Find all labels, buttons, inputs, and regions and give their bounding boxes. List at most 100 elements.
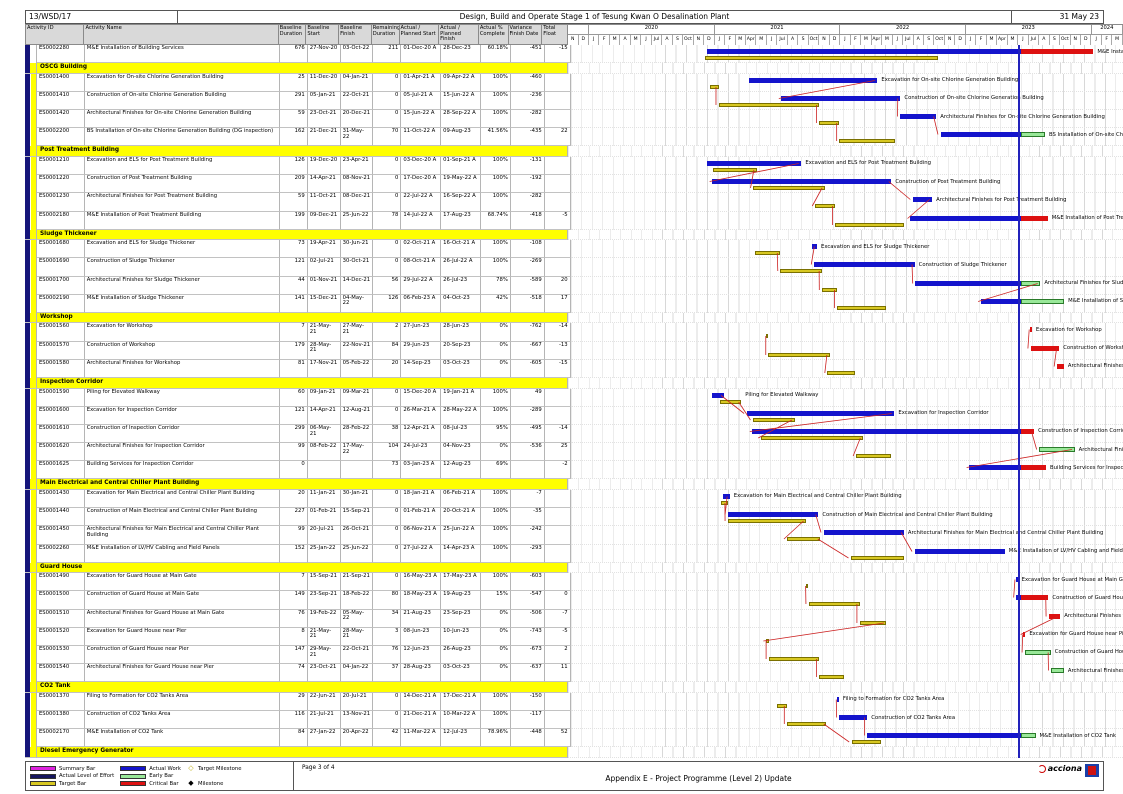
month-label: Oct [683,34,694,45]
legend-label: Summary Bar [59,765,96,772]
activity-row: ES0001380 Construction of CO2 Tanks Area 1… [25,711,1123,730]
table-cell: 29-May-21 [307,645,341,665]
table-cell: 19-Feb-22 [307,609,341,628]
table-cell: 15-Dec-21 [307,294,341,313]
activity-chart-cell: Excavation and ELS for Sludge Thickener [570,240,1123,259]
gantt-bar-label: Architectural Finishes for Inspection Co… [1078,446,1123,453]
legend-item: Summary Bar [30,765,114,772]
legend-item: Actual Work [120,765,181,772]
table-cell: -35 [510,508,545,527]
year-label: 2024 [1091,25,1123,35]
gantt-bar-label: Excavation for Guard House near Pier [1029,631,1123,638]
activity-chart-cell: Filing to Formation for CO2 Tanks Area [570,692,1123,711]
gantt-bar-label: M&E Installation of LV/HV Cabling and Fi… [1008,548,1123,554]
table-cell: 99 [279,526,308,545]
table-cell: 0 [373,573,402,592]
table-cell: 27-Jan-22 [307,729,341,748]
activity-id-cell: ES0001625 [36,461,85,480]
section-chart-cell [568,229,1123,241]
activity-row: ES0001580 Architectural Finishes for Work… [25,359,1123,378]
activity-id-cell: ES0002190 [36,294,85,313]
table-cell: 78% [481,276,511,295]
table-cell: -518 [510,294,545,313]
activity-chart-cell: Architectural Finishes for On-site Chlor… [570,110,1123,129]
activity-name-cell: Excavation and ELS for Sludge Thickener [84,240,280,259]
gantt-bar-critical-remaining [1030,345,1060,351]
wbs-band [25,240,37,259]
gantt-bar-target-baseline [712,167,757,172]
table-cell: 70 [373,128,402,147]
table-cell: 30-Jun-21 [340,240,374,259]
activity-id-cell: ES0001230 [36,193,85,212]
activity-name-cell: Construction of Guard House at Main Gate [84,591,280,610]
table-cell: 0 [373,258,402,277]
activity-chart-cell: Construction of On-site Chlorine Generat… [570,91,1123,111]
month-label: J [641,34,652,45]
activity-chart-cell: Excavation for On-site Chlorine Generati… [570,73,1123,92]
table-cell: 141 [279,294,308,313]
table-cell: 100% [481,489,511,509]
legend-item: ◇ Target Milestone [187,765,241,772]
activity-name-cell: Building Services for Inspection Corrido… [84,461,280,480]
table-cell: 04-Jan-21 [340,73,374,92]
month-label: M [735,34,746,45]
table-cell: 100% [481,258,511,277]
table-cell: 17-May-23 A [441,573,481,592]
activity-name-cell: Excavation for Guard House at Main Gate [84,573,280,592]
activity-id-cell: ES0002260 [36,544,85,563]
table-cell: -536 [510,443,545,462]
table-cell: 02-Jul-21 [307,258,341,277]
gantt-bar-actual-work [839,715,868,720]
table-cell: 03-Oct-23 [441,359,481,378]
month-label: A [1039,34,1050,45]
activity-id-cell: ES0001210 [36,156,85,176]
gantt-bar-target-baseline [821,287,838,292]
table-cell: 23-Sep-23 [441,609,481,628]
gantt-bar-actual-work [912,197,933,203]
table-cell: 100% [481,91,511,111]
table-cell [544,573,571,592]
table-cell: -637 [510,664,545,683]
table-cell: 01-Feb-21 [307,508,341,527]
table-cell: -435 [510,128,545,147]
month-label: D [955,34,966,45]
month-label: M [861,34,872,45]
table-cell [510,461,545,480]
table-cell: 17-May-22 [340,443,374,462]
gantt-bar-target-baseline [776,703,787,708]
activity-name-cell: Construction of On-site Chlorine Generat… [84,91,280,111]
table-cell: -289 [510,406,545,425]
table-cell: 21-Aug-23 [401,609,442,628]
activity-row: ES0001410 Construction of On-site Chlorin… [25,91,1123,111]
year-label: 2023 [965,25,1092,35]
table-cell: 14-Jul-22 A [401,211,442,230]
table-cell: 05-Feb-22 [340,359,374,378]
table-cell: 28-Aug-23 [401,664,442,683]
table-cell: 38 [373,424,402,444]
table-cell: 16-May-23 A [401,573,442,592]
table-cell: 20-Jul-21 [307,526,341,545]
gantt-bar-actual-work [914,548,1005,554]
table-cell: 02-Oct-21 A [401,240,442,259]
activity-name-cell: Architectural Finishes for Guard House n… [84,664,280,683]
table-cell: 01-Dec-20 A [401,45,442,64]
gantt-bar-label: Construction of Guard House at Main Gate [1052,594,1123,601]
activity-row: ES0001560 Excavation for Workshop 7 21-May-… [25,323,1123,342]
activity-name-cell: BS Installation of On-site Chlorine Gene… [84,128,280,147]
gantt-bar-early-remaining [1020,280,1041,286]
table-cell: -5 [544,211,571,230]
legend-item: Actual Level of Effort [30,773,114,780]
table-cell: 211 [373,45,402,64]
table-cell: 0% [481,627,511,646]
activity-id-cell: ES0001420 [36,110,85,129]
table-cell: 0 [373,508,402,527]
table-cell [544,193,571,212]
gantt-bar-actual-work [727,512,819,518]
table-cell: 0 [373,406,402,425]
table-cell: 08-Oct-21 A [401,258,442,277]
activity-row: ES0002280 M&E Installation of Building Se… [25,45,1123,64]
table-cell: 03-Oct-22 [340,45,374,64]
legend-label: Early Bar [149,773,174,779]
table-cell: 22-Nov-21 [340,341,374,360]
gantt-bar-label: Excavation for Main Electrical and Centr… [733,493,902,500]
